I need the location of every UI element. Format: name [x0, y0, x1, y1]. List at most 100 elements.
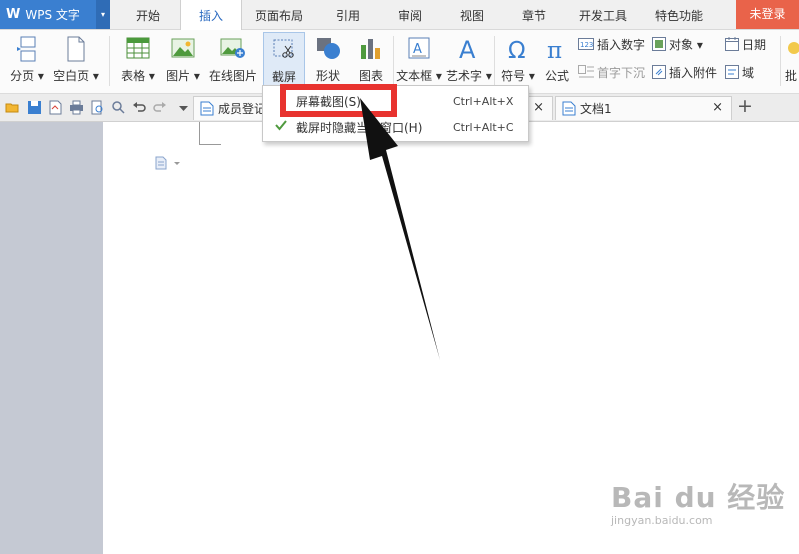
- attachment-icon: [652, 65, 666, 79]
- doc-tab-document1[interactable]: 文档1 ×: [555, 96, 732, 120]
- page-corner-mark: [177, 122, 200, 144]
- formula-label: 公式: [544, 69, 569, 83]
- drop-cap-button[interactable]: 首字下沉: [578, 63, 645, 81]
- preview-search-icon[interactable]: [111, 100, 126, 115]
- word-art-icon: A: [459, 36, 476, 62]
- tab-page-layout[interactable]: 页面布局: [244, 0, 314, 29]
- tab-sections[interactable]: 章节: [506, 0, 562, 29]
- shape-label: 形状: [315, 69, 340, 83]
- tab-insert[interactable]: 插入: [180, 0, 242, 30]
- insert-number-label: 插入数字: [597, 37, 646, 52]
- shape-icon: [317, 38, 340, 59]
- object-button[interactable]: 对象 ▾: [652, 35, 703, 53]
- insert-number-button[interactable]: 123 插入数字: [578, 35, 645, 53]
- export-pdf-icon[interactable]: [48, 100, 63, 115]
- screen-capture-shortcut: Ctrl+Alt+X: [453, 94, 514, 108]
- ribbon-separator: [494, 36, 495, 86]
- blank-page-label: 空白页 ▾: [53, 69, 99, 83]
- print-preview-icon[interactable]: [90, 100, 105, 115]
- online-picture-icon: [220, 38, 245, 58]
- baidu-watermark: Bai du 经验 jingyan.baidu.com: [611, 476, 786, 527]
- tab-special[interactable]: 特色功能: [644, 0, 714, 29]
- ribbon-separator: [109, 36, 110, 86]
- new-tab-plus-icon[interactable]: +: [737, 95, 753, 117]
- omega-symbol-icon: Ω: [508, 38, 526, 62]
- symbol-label: 符号 ▾: [501, 69, 535, 83]
- undo-icon[interactable]: [132, 100, 147, 115]
- menu-bar: W WPS 文字 ▾ 开始 插入 页面布局 引用 审阅 视图 章节 开发工具 特…: [0, 0, 799, 30]
- svg-text:π: π: [547, 38, 562, 62]
- word-art-label: 艺术字 ▾: [446, 69, 492, 83]
- batch-button[interactable]: 批: [783, 32, 799, 90]
- field-button[interactable]: 域: [725, 63, 754, 81]
- tab-references[interactable]: 引用: [320, 0, 376, 29]
- table-button[interactable]: 表格 ▾: [116, 32, 160, 90]
- app-name: WPS 文字: [25, 8, 80, 22]
- online-picture-button[interactable]: 在线图片: [206, 32, 260, 90]
- picture-button[interactable]: 图片 ▾: [162, 32, 204, 90]
- batch-icon: [788, 42, 799, 54]
- screenshot-label: 截屏: [271, 70, 296, 84]
- hide-window-shortcut: Ctrl+Alt+C: [453, 120, 514, 134]
- screenshot-button[interactable]: 截屏: [263, 32, 305, 90]
- chart-icon: [361, 39, 380, 59]
- hide-window-label: 截屏时隐藏当前窗口(H): [296, 120, 423, 135]
- chart-label: 图表: [358, 69, 383, 83]
- picture-icon: [171, 38, 195, 58]
- app-menu-button[interactable]: W WPS 文字 ▾: [0, 0, 110, 29]
- watermark-url: jingyan.baidu.com: [611, 514, 713, 527]
- word-art-button[interactable]: A 艺术字 ▾: [446, 32, 492, 90]
- doc-tab-title: 成员登记: [218, 102, 267, 116]
- tab-view[interactable]: 视图: [444, 0, 500, 29]
- drop-cap-icon: [578, 65, 594, 78]
- tab-developer[interactable]: 开发工具: [568, 0, 638, 29]
- customize-dropdown-icon[interactable]: [176, 100, 191, 115]
- insert-attachment-label: 插入附件: [669, 65, 718, 80]
- print-icon[interactable]: [69, 100, 84, 115]
- blank-page-icon: [67, 36, 85, 62]
- object-label: 对象 ▾: [669, 37, 703, 52]
- svg-text:Ω: Ω: [508, 38, 526, 62]
- svg-text:A: A: [459, 36, 476, 62]
- page-break-button[interactable]: 分页 ▾: [6, 32, 48, 90]
- check-icon: [275, 120, 287, 131]
- page-break-label: 分页 ▾: [10, 69, 44, 83]
- open-folder-icon[interactable]: [5, 100, 20, 115]
- save-icon[interactable]: [27, 100, 42, 115]
- redo-icon[interactable]: [152, 100, 167, 115]
- watermark-brand: Bai du 经验: [611, 481, 786, 514]
- app-menu-arrow-icon[interactable]: ▾: [96, 0, 110, 29]
- chart-button[interactable]: 图表: [351, 32, 391, 90]
- login-button[interactable]: 未登录: [736, 0, 799, 29]
- document-left-gutter: [0, 122, 103, 554]
- text-box-label: 文本框 ▾: [396, 69, 442, 83]
- insert-attachment-button[interactable]: 插入附件: [652, 63, 717, 81]
- paragraph-layout-icon[interactable]: [155, 156, 181, 170]
- close-icon[interactable]: ×: [712, 100, 723, 115]
- blank-page-button[interactable]: 空白页 ▾: [50, 32, 102, 90]
- field-icon: [725, 65, 739, 79]
- menu-item-hide-window[interactable]: 截屏时隐藏当前窗口(H) Ctrl+Alt+C: [263, 115, 528, 139]
- symbol-button[interactable]: Ω 符号 ▾: [498, 32, 538, 90]
- date-label: 日期: [742, 37, 767, 52]
- table-label: 表格 ▾: [121, 69, 155, 83]
- close-icon[interactable]: ×: [533, 100, 544, 115]
- screenshot-scissors-icon: [273, 39, 294, 58]
- object-icon: [652, 37, 666, 51]
- number-icon: 123: [578, 38, 594, 50]
- document-icon: [200, 101, 214, 116]
- shape-button[interactable]: 形状: [307, 32, 349, 90]
- tab-review[interactable]: 审阅: [382, 0, 438, 29]
- table-icon: [126, 37, 150, 59]
- pi-formula-icon: π: [547, 38, 562, 62]
- text-box-icon: A: [408, 37, 430, 59]
- batch-label: 批: [785, 69, 798, 83]
- highlight-annotation-box: [280, 84, 397, 117]
- drop-cap-label: 首字下沉: [597, 65, 646, 80]
- field-label: 域: [742, 65, 755, 80]
- text-box-button[interactable]: A 文本框 ▾: [394, 32, 444, 90]
- tab-home[interactable]: 开始: [118, 0, 178, 29]
- formula-button[interactable]: π 公式: [540, 32, 574, 90]
- date-button[interactable]: 日期: [725, 35, 766, 53]
- picture-label: 图片 ▾: [166, 69, 200, 83]
